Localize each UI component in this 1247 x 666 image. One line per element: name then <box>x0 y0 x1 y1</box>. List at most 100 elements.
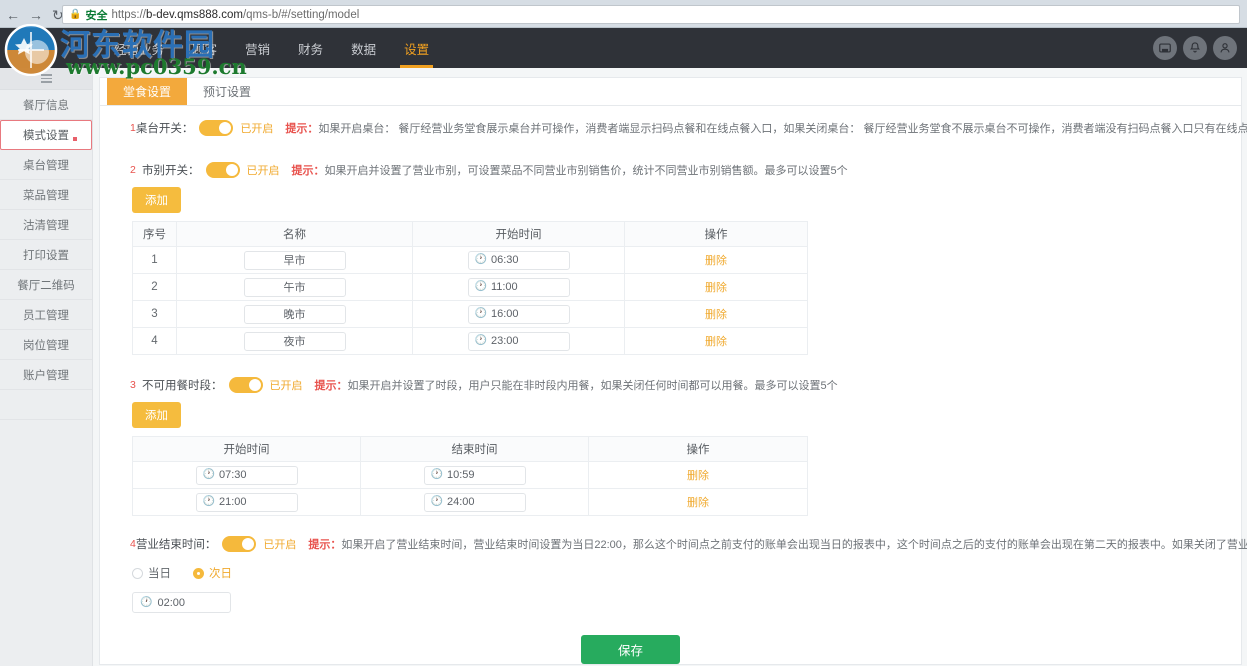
brand-logo <box>10 32 90 64</box>
time-value: 23:00 <box>491 335 519 347</box>
sidebar-item-label: 岗位管理 <box>23 337 69 353</box>
nav-item-customer[interactable]: 顾客 <box>178 28 231 68</box>
table-row: 🕐07:30 🕐10:59 删除 <box>133 462 808 489</box>
business-end-day-radio-group: 当日 次日 <box>132 565 1241 581</box>
sidebar-item-mode-settings[interactable]: 模式设置 <box>0 120 92 150</box>
nav-label: 设置 <box>404 39 429 58</box>
business-end-time-input[interactable]: 🕐 02:00 <box>132 592 231 613</box>
radio-label: 次日 <box>209 565 232 581</box>
tab-reservation-settings[interactable]: 预订设置 <box>187 78 267 105</box>
market-start-time-input[interactable]: 🕐16:00 <box>468 305 570 324</box>
sidebar: 餐厅信息 模式设置 桌台管理 菜品管理 沽清管理 打印设置 餐厅二维码 员工管理… <box>0 68 93 666</box>
setting-row-table-switch: 1 桌台开关： 已开启 提示： 如果开启桌台： 餐厅经营业务堂食展示桌台并可操作… <box>100 120 1241 136</box>
table-row: 2 午市 🕐11:00 删除 <box>133 274 808 301</box>
row-label: 桌台开关： <box>136 120 194 136</box>
table-row: 🕐21:00 🕐24:00 删除 <box>133 489 808 516</box>
browser-chrome: ← → ↻ 🔒 安全 https://b-dev.qms888.com/qms-… <box>0 0 1247 28</box>
toggle-state-label: 已开启 <box>240 120 273 136</box>
clock-icon: 🕐 <box>140 598 152 608</box>
user-avatar-icon[interactable] <box>1213 36 1237 60</box>
cell-action: 删除 <box>625 301 808 328</box>
sidebar-item-position-management[interactable]: 岗位管理 <box>0 330 92 360</box>
row-label: 市别开关： <box>142 162 200 178</box>
unavailable-period-toggle[interactable] <box>229 377 263 393</box>
sidebar-item-label: 打印设置 <box>23 247 69 263</box>
table-switch-toggle[interactable] <box>199 120 233 136</box>
period-start-time-input[interactable]: 🕐21:00 <box>196 493 298 512</box>
message-icon[interactable] <box>1153 36 1177 60</box>
delete-link[interactable]: 删除 <box>705 336 727 348</box>
delete-link[interactable]: 删除 <box>687 497 709 509</box>
tip-text: 如果开启并设置了营业市别，可设置菜品不同营业市别销售价，统计不同营业市别销售额。… <box>325 162 848 178</box>
market-start-time-input[interactable]: 🕐11:00 <box>468 278 570 297</box>
sidebar-filler <box>0 390 92 420</box>
sidebar-collapse-toggle[interactable] <box>0 68 92 90</box>
cell-action: 删除 <box>589 489 808 516</box>
market-start-time-input[interactable]: 🕐06:30 <box>468 251 570 270</box>
nav-label: 经营业务 <box>114 39 164 58</box>
market-name-input[interactable]: 晚市 <box>244 305 346 324</box>
main-nav-items: 经营业务 顾客 营销 财务 数据 设置 <box>100 28 443 68</box>
save-button[interactable]: 保存 <box>581 635 680 664</box>
sidebar-item-staff-management[interactable]: 员工管理 <box>0 300 92 330</box>
delete-link[interactable]: 删除 <box>705 255 727 267</box>
delete-link[interactable]: 删除 <box>705 309 727 321</box>
market-period-table: 序号 名称 开始时间 操作 1 早市 🕐06:30 删除 2 <box>132 221 808 355</box>
period-end-time-input[interactable]: 🕐24:00 <box>424 493 526 512</box>
back-arrow-icon[interactable]: ← <box>6 8 20 22</box>
sidebar-item-restaurant-qrcode[interactable]: 餐厅二维码 <box>0 270 92 300</box>
delete-link[interactable]: 删除 <box>687 470 709 482</box>
nav-item-data[interactable]: 数据 <box>337 28 390 68</box>
market-name-input[interactable]: 午市 <box>244 278 346 297</box>
sidebar-item-table-management[interactable]: 桌台管理 <box>0 150 92 180</box>
cell-index: 3 <box>133 301 177 328</box>
sidebar-item-account-management[interactable]: 账户管理 <box>0 360 92 390</box>
period-start-time-input[interactable]: 🕐07:30 <box>196 466 298 485</box>
nav-label: 财务 <box>298 39 323 58</box>
save-button-container: 保存 <box>100 635 1241 664</box>
market-start-time-input[interactable]: 🕐23:00 <box>468 332 570 351</box>
market-switch-toggle[interactable] <box>206 162 240 178</box>
cell-index: 2 <box>133 274 177 301</box>
cell-start-time: 🕐21:00 <box>133 489 361 516</box>
radio-same-day[interactable]: 当日 <box>132 565 171 581</box>
bell-icon[interactable] <box>1183 36 1207 60</box>
nav-label: 营销 <box>245 39 270 58</box>
address-bar[interactable]: 🔒 安全 https://b-dev.qms888.com/qms-b/#/se… <box>62 5 1240 24</box>
app-top-navigation: 经营业务 顾客 营销 财务 数据 设置 <box>0 28 1247 68</box>
column-header-start-time: 开始时间 <box>413 222 625 247</box>
forward-arrow-icon[interactable]: → <box>29 8 43 22</box>
time-value: 02:00 <box>157 597 185 609</box>
cell-action: 删除 <box>625 247 808 274</box>
cell-action: 删除 <box>625 328 808 355</box>
url-host: b-dev.qms888.com <box>146 9 243 21</box>
nav-item-marketing[interactable]: 营销 <box>231 28 284 68</box>
market-name-input[interactable]: 早市 <box>244 251 346 270</box>
add-market-button[interactable]: 添加 <box>132 187 181 213</box>
setting-row-unavailable-period: 3 不可用餐时段： 已开启 提示： 如果开启并设置了时段，用户只能在非时段内用餐… <box>100 377 1241 393</box>
nav-item-business[interactable]: 经营业务 <box>100 28 178 68</box>
period-end-time-input[interactable]: 🕐10:59 <box>424 466 526 485</box>
cell-name: 午市 <box>177 274 413 301</box>
business-end-time-toggle[interactable] <box>222 536 256 552</box>
cell-name: 早市 <box>177 247 413 274</box>
toggle-state-label: 已开启 <box>263 536 296 552</box>
cell-action: 删除 <box>589 462 808 489</box>
sidebar-item-print-settings[interactable]: 打印设置 <box>0 240 92 270</box>
row-number: 2 <box>130 164 142 176</box>
delete-link[interactable]: 删除 <box>705 282 727 294</box>
market-name-input[interactable]: 夜市 <box>244 332 346 351</box>
nav-item-finance[interactable]: 财务 <box>284 28 337 68</box>
settings-content: 1 桌台开关： 已开启 提示： 如果开启桌台： 餐厅经营业务堂食展示桌台并可操作… <box>100 106 1241 664</box>
add-unavailable-period-button[interactable]: 添加 <box>132 402 181 428</box>
nav-item-settings[interactable]: 设置 <box>390 28 443 68</box>
sidebar-item-soldout-management[interactable]: 沽清管理 <box>0 210 92 240</box>
sidebar-item-label: 餐厅信息 <box>23 97 69 113</box>
setting-row-market-switch: 2 市别开关： 已开启 提示： 如果开启并设置了营业市别，可设置菜品不同营业市别… <box>100 162 1241 178</box>
radio-next-day[interactable]: 次日 <box>193 565 232 581</box>
tab-dinein-settings[interactable]: 堂食设置 <box>107 78 187 105</box>
table-row: 4 夜市 🕐23:00 删除 <box>133 328 808 355</box>
sidebar-item-dish-management[interactable]: 菜品管理 <box>0 180 92 210</box>
sidebar-item-restaurant-info[interactable]: 餐厅信息 <box>0 90 92 120</box>
tip-text: 如果开启桌台： 餐厅经营业务堂食展示桌台并可操作，消费者端显示扫码点餐和在线点餐… <box>318 120 1247 136</box>
